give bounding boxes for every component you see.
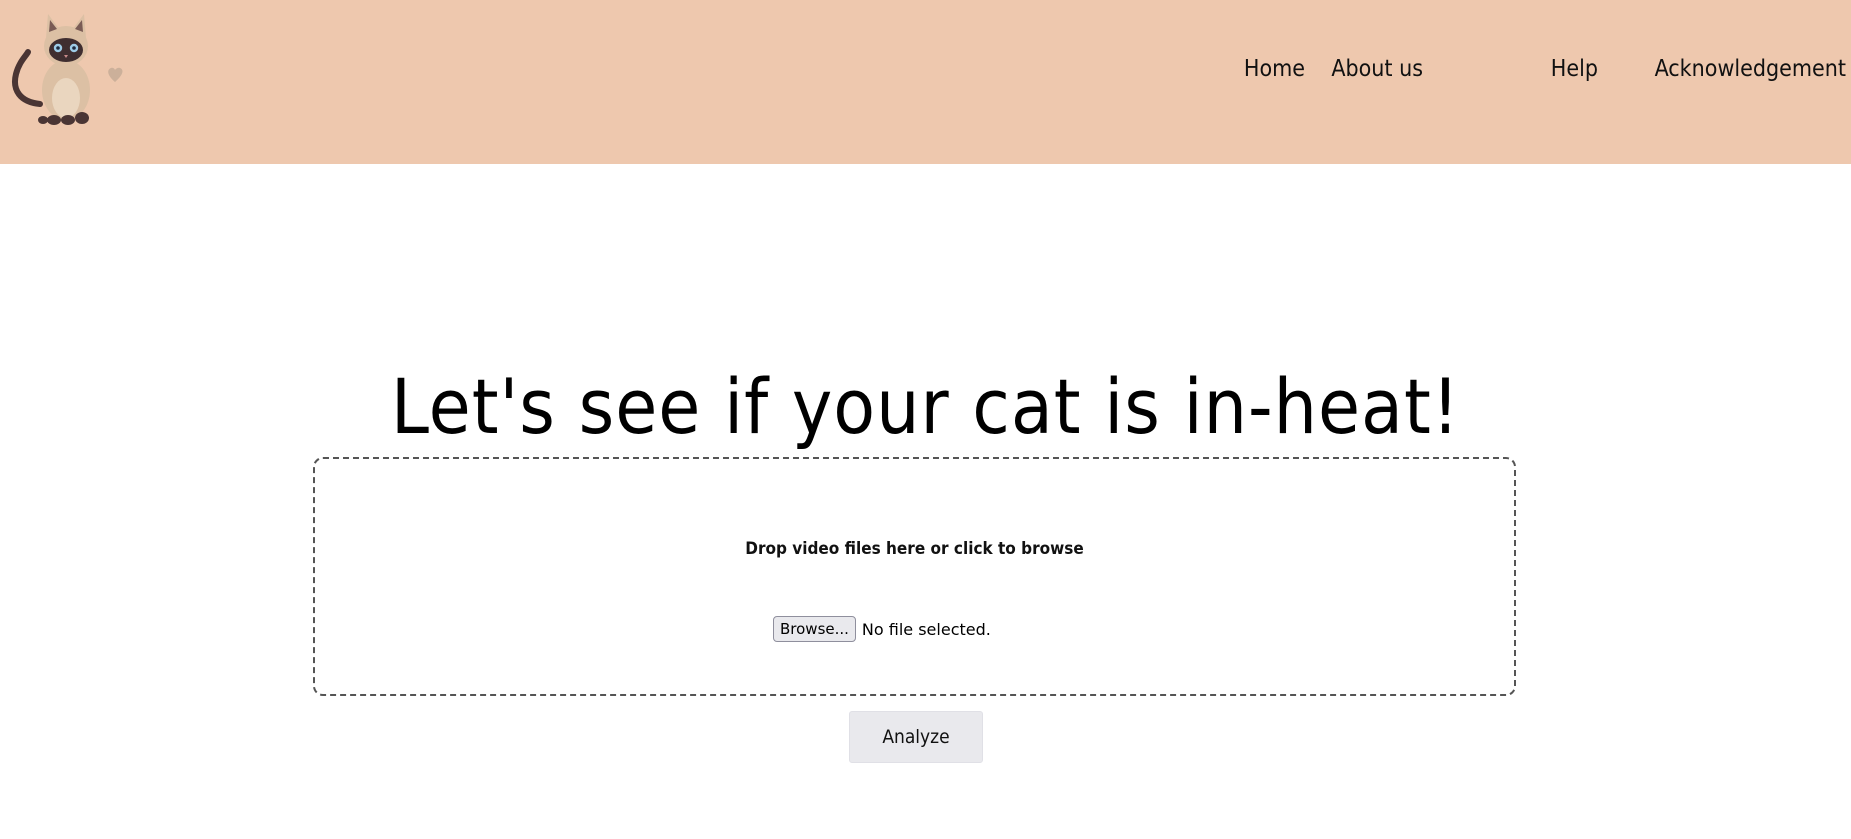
browse-button[interactable]: Browse... bbox=[773, 616, 856, 642]
file-input: Browse... No file selected. bbox=[773, 616, 991, 644]
file-status-text: No file selected. bbox=[861, 619, 991, 639]
site-header: Home About us Help Acknowledgement bbox=[0, 0, 1851, 164]
analyze-button[interactable]: Analyze bbox=[849, 711, 983, 763]
nav-home-link[interactable]: Home bbox=[1244, 56, 1305, 82]
page-title: Let's see if your cat is in-heat! bbox=[390, 362, 1461, 451]
dropzone-prompt: Drop video files here or click to browse bbox=[745, 539, 1084, 559]
video-dropzone[interactable]: Drop video files here or click to browse… bbox=[313, 457, 1516, 696]
cat-logo-icon[interactable] bbox=[10, 12, 132, 130]
nav-help-link[interactable]: Help bbox=[1551, 56, 1598, 82]
nav-about-link[interactable]: About us bbox=[1331, 56, 1423, 82]
nav-acknowledgement-link[interactable]: Acknowledgement bbox=[1655, 56, 1846, 82]
